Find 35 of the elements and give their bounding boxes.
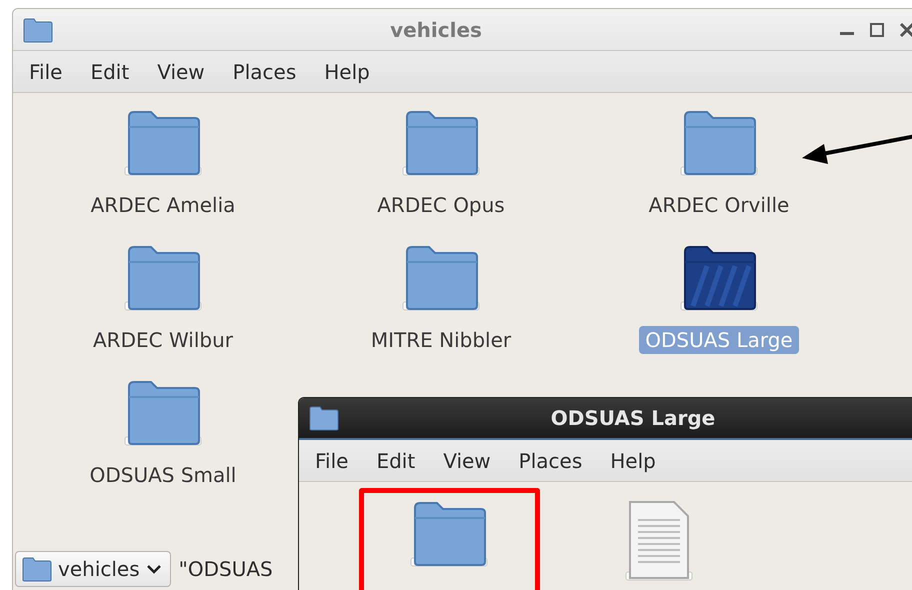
- window-title: vehicles: [390, 18, 482, 42]
- maximize-icon[interactable]: [869, 22, 885, 38]
- folder-icon: [679, 244, 759, 312]
- menu-item[interactable]: Help: [312, 60, 382, 84]
- folder-icon: [309, 405, 339, 431]
- folder-icon: [401, 109, 481, 177]
- folder-icon: [409, 500, 489, 568]
- folder-label[interactable]: ARDEC Wilbur: [87, 326, 239, 354]
- folder-label[interactable]: ARDEC Amelia: [84, 191, 242, 219]
- folder-icon: [123, 244, 203, 312]
- document-icon: [624, 500, 694, 582]
- folder-icon: [22, 556, 52, 582]
- menu-item[interactable]: Edit: [364, 448, 428, 472]
- location-dropdown[interactable]: vehicles: [15, 551, 171, 587]
- menu-item[interactable]: File: [17, 60, 74, 84]
- menu-item[interactable]: File: [303, 448, 360, 472]
- folder-label[interactable]: ARDEC Opus: [371, 191, 511, 219]
- window-title: ODSUAS Large: [550, 406, 716, 430]
- folder-icon: [679, 109, 759, 177]
- menu-item[interactable]: Edit: [78, 60, 142, 84]
- folder-label[interactable]: ODSUAS Small: [84, 461, 242, 489]
- close-icon[interactable]: [899, 22, 912, 38]
- folder-icon: [123, 109, 203, 177]
- menu-item[interactable]: View: [145, 60, 217, 84]
- menu-item[interactable]: Help: [598, 448, 668, 472]
- menu-item[interactable]: View: [431, 448, 503, 472]
- folder-icon: [23, 16, 53, 42]
- menu-item[interactable]: Places: [220, 60, 308, 84]
- menu-item[interactable]: Places: [506, 448, 594, 472]
- folder-label[interactable]: ARDEC Orville: [642, 191, 796, 219]
- folder-icon: [401, 244, 481, 312]
- folder-icon: [123, 379, 203, 447]
- caret-icon: [146, 564, 162, 574]
- status-text: "ODSUAS: [178, 557, 273, 581]
- folder-label[interactable]: MITRE Nibbler: [364, 326, 518, 354]
